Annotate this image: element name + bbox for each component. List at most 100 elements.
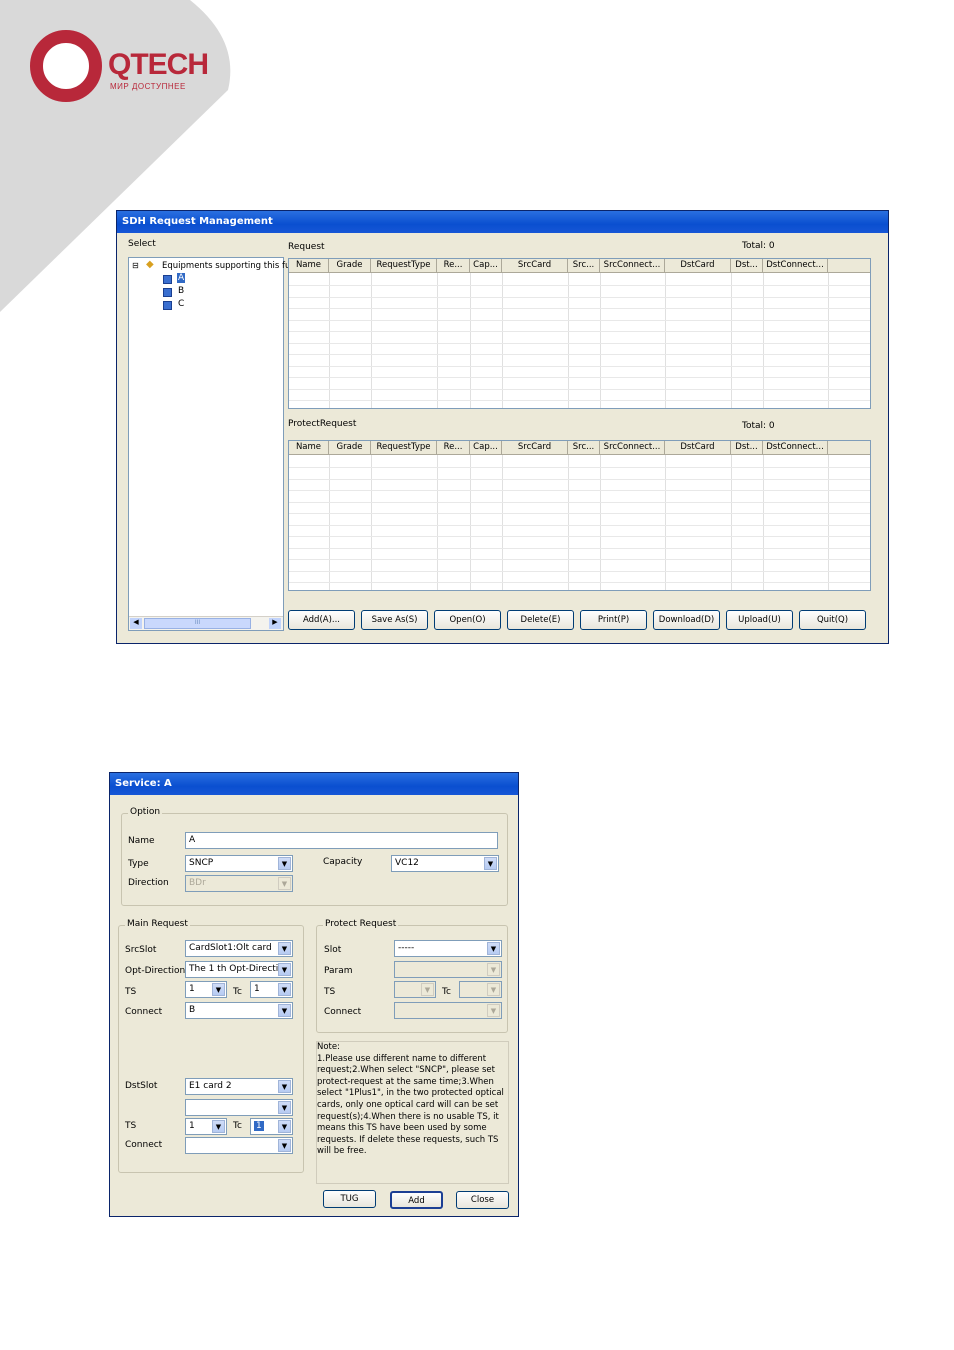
dialog-title: Service: A — [110, 773, 518, 795]
tree-root-label[interactable]: Equipments supporting this fun — [162, 261, 296, 271]
chevron-down-icon[interactable]: ▼ — [278, 857, 291, 870]
download-button[interactable]: Download(D) — [653, 610, 720, 630]
add-service-button[interactable]: Add — [390, 1191, 443, 1209]
ts-select[interactable]: 1 ▼ — [185, 981, 227, 998]
capacity-select[interactable]: VC12 ▼ — [391, 855, 499, 872]
note-line: select "1Plus1", in the two protected op… — [317, 1088, 504, 1099]
scroll-thumb[interactable]: III — [144, 618, 251, 629]
column-header[interactable]: Dst... — [731, 441, 763, 454]
open-button[interactable]: Open(O) — [434, 610, 501, 630]
column-header[interactable]: RequestType — [371, 441, 437, 454]
table-row — [289, 319, 870, 321]
column-header[interactable]: SrcConnect... — [600, 259, 665, 272]
name-label: Name — [128, 836, 155, 846]
quit-button[interactable]: Quit(Q) — [799, 610, 866, 630]
chevron-down-icon[interactable]: ▼ — [278, 983, 291, 996]
note-line: 1.Please use different name to different — [317, 1053, 487, 1064]
qtech-logo-icon — [30, 30, 102, 102]
protect-request-total: Total: 0 — [742, 421, 775, 431]
note-line: cards, only one optical card will can be… — [317, 1099, 499, 1110]
dst-extra-select[interactable]: ▼ — [185, 1099, 293, 1116]
column-header[interactable]: Src... — [568, 259, 600, 272]
chevron-down-icon: ▼ — [487, 983, 500, 996]
slot-select[interactable]: ----- ▼ — [394, 940, 502, 957]
ne-icon — [163, 275, 172, 284]
connect-value: B — [189, 1005, 196, 1015]
column-header[interactable]: Src... — [568, 441, 600, 454]
table-row — [289, 342, 870, 344]
chevron-down-icon: ▼ — [487, 1004, 500, 1017]
table-row — [289, 570, 870, 572]
protect-request-label: ProtectRequest — [288, 419, 357, 429]
column-header[interactable]: Grade — [329, 441, 371, 454]
chevron-down-icon[interactable]: ▼ — [278, 1004, 291, 1017]
tc-label: Tc — [233, 987, 242, 997]
column-header[interactable]: Re... — [437, 259, 470, 272]
horizontal-scrollbar[interactable]: ◀ III ▶ — [129, 616, 283, 630]
tree-item-a[interactable]: A — [177, 273, 186, 283]
tug-button[interactable]: TUG — [323, 1190, 376, 1208]
main-request-title: Main Request — [125, 919, 190, 929]
column-header[interactable]: DstCard — [665, 259, 731, 272]
column-header[interactable]: SrcCard — [502, 441, 568, 454]
direction-label: Direction — [128, 878, 169, 888]
column-header[interactable]: SrcCard — [502, 259, 568, 272]
tree-item-c[interactable]: C — [178, 299, 184, 309]
chevron-down-icon[interactable]: ▼ — [278, 1101, 291, 1114]
param-select: ▼ — [394, 961, 502, 978]
chevron-down-icon[interactable]: ▼ — [278, 1080, 291, 1093]
chevron-down-icon[interactable]: ▼ — [278, 1139, 291, 1152]
scroll-right-icon[interactable]: ▶ — [269, 618, 281, 629]
tree-expander-icon[interactable]: ⊟ — [132, 261, 139, 270]
request-table[interactable]: Name Grade RequestType Re... Cap... SrcCard Sr… — [288, 258, 871, 409]
column-header[interactable]: DstCard — [665, 441, 731, 454]
save-as-button[interactable]: Save As(S) — [361, 610, 428, 630]
dst-ts-value: 1 — [189, 1121, 195, 1131]
chevron-down-icon[interactable]: ▼ — [484, 857, 497, 870]
type-label: Type — [128, 859, 149, 869]
p-ts-label: TS — [324, 987, 336, 997]
add-button[interactable]: Add(A)... — [288, 610, 355, 630]
dst-ts-select[interactable]: 1 ▼ — [185, 1118, 227, 1135]
type-select[interactable]: SNCP ▼ — [185, 855, 293, 872]
chevron-down-icon[interactable]: ▼ — [278, 1120, 291, 1133]
chevron-down-icon[interactable]: ▼ — [212, 1120, 225, 1133]
opt-direction-select[interactable]: The 1 th Opt-Directi ▼ — [185, 961, 293, 978]
chevron-down-icon[interactable]: ▼ — [487, 942, 500, 955]
dst-ts-label: TS — [125, 1121, 137, 1131]
column-header[interactable]: DstConnect... — [763, 259, 828, 272]
ne-icon — [163, 288, 172, 297]
protect-request-table[interactable]: Name Grade RequestType Re... Cap... SrcCard Sr… — [288, 440, 871, 591]
delete-button[interactable]: Delete(E) — [507, 610, 574, 630]
note-line: requests. If delete these requests, such… — [317, 1134, 499, 1145]
tree-item-b[interactable]: B — [178, 286, 184, 296]
column-header[interactable]: Cap... — [470, 441, 502, 454]
column-header[interactable]: Name — [289, 259, 329, 272]
column-header[interactable]: RequestType — [371, 259, 437, 272]
dst-connect-select[interactable]: ▼ — [185, 1137, 293, 1154]
column-header[interactable]: Dst... — [731, 259, 763, 272]
upload-button[interactable]: Upload(U) — [726, 610, 793, 630]
table-row — [289, 296, 870, 298]
close-button[interactable]: Close — [456, 1191, 509, 1209]
print-button[interactable]: Print(P) — [580, 610, 647, 630]
chevron-down-icon[interactable]: ▼ — [212, 983, 225, 996]
chevron-down-icon[interactable]: ▼ — [278, 942, 291, 955]
column-header[interactable]: Name — [289, 441, 329, 454]
tc-select[interactable]: 1 ▼ — [250, 981, 293, 998]
dst-tc-select[interactable]: 1 ▼ — [250, 1118, 293, 1135]
column-header[interactable]: Cap... — [470, 259, 502, 272]
column-header[interactable]: SrcConnect... — [600, 441, 665, 454]
connect-label: Connect — [125, 1007, 163, 1017]
srcslot-select[interactable]: CardSlot1:Olt card ▼ — [185, 940, 293, 957]
dstslot-label: DstSlot — [125, 1081, 158, 1091]
connect-select[interactable]: B ▼ — [185, 1002, 293, 1019]
column-header[interactable]: Grade — [329, 259, 371, 272]
column-header[interactable]: Re... — [437, 441, 470, 454]
name-input[interactable]: A — [185, 832, 498, 849]
ne-icon — [163, 301, 172, 310]
scroll-left-icon[interactable]: ◀ — [130, 618, 142, 629]
column-header[interactable]: DstConnect... — [763, 441, 828, 454]
dstslot-select[interactable]: E1 card 2 ▼ — [185, 1078, 293, 1095]
chevron-down-icon[interactable]: ▼ — [278, 963, 291, 976]
